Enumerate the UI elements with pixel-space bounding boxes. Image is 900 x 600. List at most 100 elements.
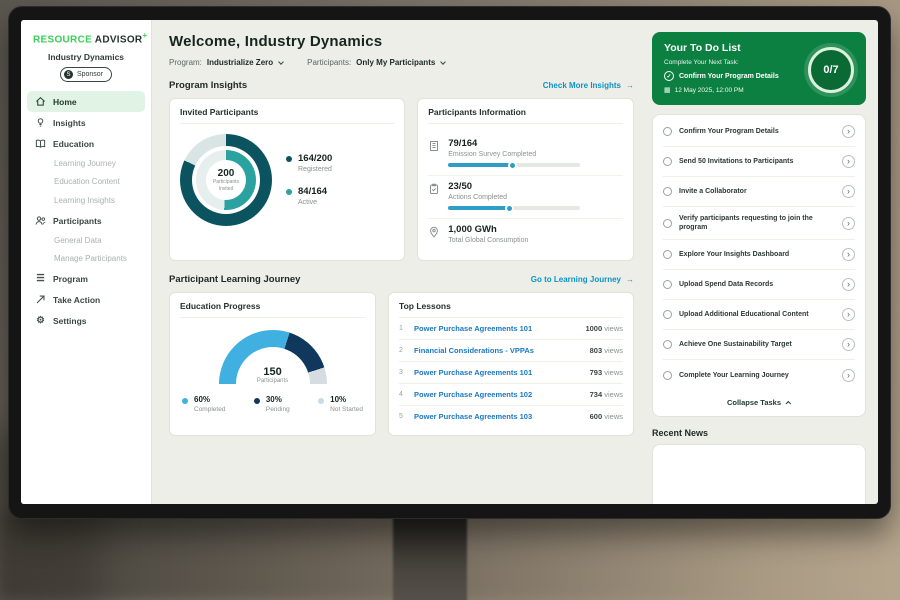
chevron-right-icon[interactable]: › bbox=[842, 125, 855, 138]
learning-journey-header: Participant Learning Journey Go to Learn… bbox=[169, 274, 634, 285]
chevron-right-icon[interactable]: › bbox=[842, 369, 855, 382]
go-to-learning-journey-link[interactable]: Go to Learning Journey → bbox=[531, 275, 634, 284]
sidebar-item-program[interactable]: ☰ Program bbox=[21, 268, 151, 289]
monitor-frame: RESOURCE ADVISOR+ Industry Dynamics S Sp… bbox=[8, 6, 891, 519]
gauge-center-value: 150 bbox=[219, 366, 327, 378]
page-title: Welcome, Industry Dynamics bbox=[169, 33, 634, 50]
sidebar-item-education-content[interactable]: Education Content bbox=[21, 173, 151, 192]
sidebar-item-learning-journey[interactable]: Learning Journey bbox=[21, 154, 151, 173]
task-row[interactable]: Invite a Collaborator › bbox=[663, 177, 855, 207]
gauge-center-label: Participants bbox=[219, 378, 327, 384]
task-row[interactable]: Upload Spend Data Records › bbox=[663, 270, 855, 300]
chevron-right-icon[interactable]: › bbox=[842, 278, 855, 291]
collapse-tasks-button[interactable]: Collapse Tasks bbox=[663, 390, 855, 412]
sidebar-item-education[interactable]: Education bbox=[21, 133, 151, 154]
task-checkbox[interactable] bbox=[663, 187, 672, 196]
legend-item-not-started: 10% Not Started bbox=[318, 396, 363, 413]
org-name: Industry Dynamics bbox=[21, 52, 151, 62]
task-row[interactable]: Send 50 Invitations to Participants › bbox=[663, 147, 855, 177]
task-checkbox[interactable] bbox=[663, 219, 672, 228]
sidebar-item-home[interactable]: Home bbox=[27, 91, 145, 112]
sponsor-badge-icon: S bbox=[64, 70, 73, 79]
program-select-value: Industrialize Zero bbox=[207, 58, 273, 67]
section-title: Participant Learning Journey bbox=[169, 274, 300, 285]
chevron-right-icon[interactable]: › bbox=[842, 248, 855, 261]
todo-task-list: Confirm Your Program Details › Send 50 I… bbox=[652, 114, 866, 417]
task-checkbox[interactable] bbox=[663, 280, 672, 289]
task-row[interactable]: Verify participants requesting to join t… bbox=[663, 207, 855, 240]
gauge-legend: 60% Completed 30% Pending bbox=[180, 396, 365, 413]
chevron-right-icon[interactable]: › bbox=[842, 185, 855, 198]
legend-label: Completed bbox=[194, 406, 225, 413]
task-label: Upload Additional Educational Content bbox=[679, 310, 835, 319]
task-checkbox[interactable] bbox=[663, 371, 672, 380]
card-title: Invited Participants bbox=[180, 107, 394, 124]
legend-value: 164/200 bbox=[298, 154, 332, 164]
todo-next-task[interactable]: ✓ Confirm Your Program Details bbox=[664, 71, 804, 81]
app-logo: RESOURCE ADVISOR+ bbox=[21, 20, 151, 47]
chevron-right-icon[interactable]: › bbox=[842, 338, 855, 351]
sidebar-item-general-data[interactable]: General Data bbox=[21, 231, 151, 250]
lesson-title-link[interactable]: Power Purchase Agreements 101 bbox=[414, 324, 578, 333]
todo-panel: Your To Do List Complete Your Next Task:… bbox=[646, 20, 878, 504]
lesson-row: 4 Power Purchase Agreements 102 734 view… bbox=[399, 384, 623, 406]
task-checkbox[interactable] bbox=[663, 250, 672, 259]
chevron-right-icon[interactable]: › bbox=[842, 155, 855, 168]
sponsor-badge[interactable]: S Sponsor bbox=[60, 67, 112, 82]
task-label: Upload Spend Data Records bbox=[679, 280, 835, 289]
legend-item-completed: 60% Completed bbox=[182, 396, 225, 413]
legend-label: Active bbox=[298, 199, 327, 206]
legend-item-active: 84/164 Active bbox=[286, 187, 332, 206]
logo-text-secondary: ADVISOR bbox=[95, 34, 143, 45]
task-checkbox[interactable] bbox=[663, 340, 672, 349]
legend-value: 84/164 bbox=[298, 187, 327, 197]
sidebar-item-insights[interactable]: Insights bbox=[21, 112, 151, 133]
task-row[interactable]: Upload Additional Educational Content › bbox=[663, 300, 855, 330]
monitor-stand bbox=[393, 516, 467, 600]
task-label: Invite a Collaborator bbox=[679, 187, 835, 196]
stat-label: Actions Completed bbox=[448, 194, 580, 201]
action-arrow-icon bbox=[35, 294, 46, 305]
chevron-right-icon[interactable]: › bbox=[842, 308, 855, 321]
sidebar-item-take-action[interactable]: Take Action bbox=[21, 289, 151, 310]
sidebar-item-manage-participants[interactable]: Manage Participants bbox=[21, 250, 151, 269]
main-content: Welcome, Industry Dynamics Program: Indu… bbox=[152, 20, 646, 504]
lesson-views-value: 734 bbox=[590, 390, 603, 399]
sidebar: RESOURCE ADVISOR+ Industry Dynamics S Sp… bbox=[21, 20, 152, 504]
lightbulb-icon bbox=[35, 117, 46, 128]
sidebar-item-participants[interactable]: Participants bbox=[21, 210, 151, 231]
sidebar-item-learning-insights[interactable]: Learning Insights bbox=[21, 192, 151, 211]
check-circle-icon: ✓ bbox=[664, 71, 674, 81]
task-row[interactable]: Complete Your Learning Journey › bbox=[663, 360, 855, 390]
task-checkbox[interactable] bbox=[663, 310, 672, 319]
chevron-right-icon[interactable]: › bbox=[842, 217, 855, 230]
participants-select[interactable]: Participants: Only My Participants bbox=[307, 58, 445, 67]
sidebar-item-settings[interactable]: ⚙ Settings bbox=[21, 310, 151, 331]
list-icon: ☰ bbox=[35, 273, 46, 284]
lesson-title-link[interactable]: Power Purchase Agreements 101 bbox=[414, 368, 583, 377]
logo-text-primary: RESOURCE bbox=[33, 34, 92, 45]
participants-information-card: Participants Information 79/164 Emission… bbox=[417, 98, 634, 261]
building-icon bbox=[428, 140, 440, 152]
lesson-rank: 3 bbox=[399, 369, 407, 376]
check-more-insights-link[interactable]: Check More Insights → bbox=[543, 81, 634, 90]
sidebar-item-label: Program bbox=[53, 274, 88, 284]
sponsor-badge-label: Sponsor bbox=[77, 71, 103, 78]
lesson-title-link[interactable]: Power Purchase Agreements 102 bbox=[414, 390, 583, 399]
gauge-center: 150 Participants bbox=[219, 366, 327, 384]
donut-legend: 164/200 Registered 84/164 Active bbox=[286, 154, 332, 207]
chevron-down-icon bbox=[278, 59, 284, 65]
task-checkbox[interactable] bbox=[663, 127, 672, 136]
stat-value: 1,000 GWh bbox=[448, 224, 528, 235]
program-select[interactable]: Program: Industrialize Zero bbox=[169, 58, 283, 67]
lesson-title-link[interactable]: Financial Considerations - VPPAs bbox=[414, 346, 583, 355]
stat-actions-completed: 23/50 Actions Completed bbox=[428, 175, 623, 218]
lesson-title-link[interactable]: Power Purchase Agreements 103 bbox=[414, 412, 583, 421]
task-row[interactable]: Explore Your Insights Dashboard › bbox=[663, 240, 855, 270]
task-row[interactable]: Achieve One Sustainability Target › bbox=[663, 330, 855, 360]
task-checkbox[interactable] bbox=[663, 157, 672, 166]
clipboard-check-icon bbox=[428, 183, 440, 195]
calendar-icon: ▦ bbox=[664, 87, 671, 94]
task-row[interactable]: Confirm Your Program Details › bbox=[663, 117, 855, 147]
legend-item-registered: 164/200 Registered bbox=[286, 154, 332, 173]
